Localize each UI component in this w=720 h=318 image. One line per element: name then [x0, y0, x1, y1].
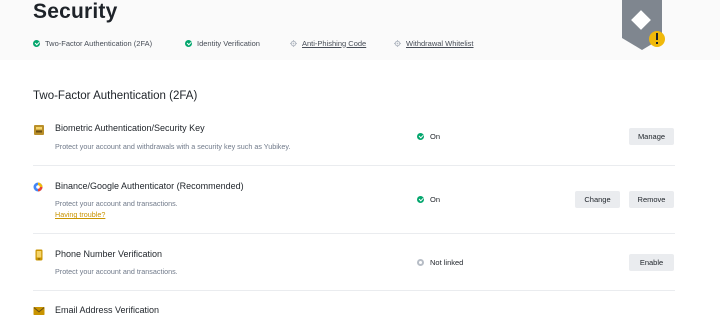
page-title: Security: [33, 0, 118, 23]
security-status-row: Two-Factor Authentication (2FA) Identity…: [33, 37, 474, 49]
divider: [33, 165, 675, 166]
row-title: Phone Number Verification: [55, 249, 163, 259]
withdrawal-whitelist-link[interactable]: Withdrawal Whitelist: [406, 39, 474, 48]
divider: [33, 290, 675, 291]
enable-button[interactable]: Enable: [629, 254, 674, 271]
status-anti-phishing[interactable]: Anti-Phishing Code: [290, 39, 394, 48]
row-authenticator: Binance/Google Authenticator (Recommende…: [33, 178, 675, 234]
section-title: Two-Factor Authentication (2FA): [33, 90, 198, 102]
row-description: Protect your account and transactions.: [55, 267, 178, 276]
row-title: Email Address Verification: [55, 305, 160, 315]
check-icon: [417, 196, 424, 203]
check-icon: [33, 39, 40, 47]
row-title: Binance/Google Authenticator (Recommende…: [55, 181, 244, 191]
divider: [33, 233, 675, 234]
row-phone: Phone Number Verification Protect your a…: [33, 246, 675, 290]
row-title: Biometric Authentication/Security Key: [55, 123, 205, 133]
status-text: On: [430, 132, 441, 141]
shield-warning-icon: [622, 0, 665, 50]
manage-button[interactable]: Manage: [629, 128, 674, 145]
security-header: Security Two-Factor Authentication (2FA)…: [0, 0, 720, 60]
security-key-icon: [34, 125, 44, 135]
row-status: On: [417, 132, 440, 141]
status-label: Two-Factor Authentication (2FA): [45, 38, 153, 48]
check-icon: [185, 39, 192, 47]
gear-icon: [394, 39, 401, 47]
status-text: On: [430, 195, 441, 204]
authenticator-icon: [33, 182, 43, 192]
remove-button[interactable]: Remove: [629, 191, 674, 208]
status-2fa: Two-Factor Authentication (2FA): [33, 39, 185, 48]
phone-icon: [35, 249, 43, 261]
having-trouble-link[interactable]: Having trouble?: [55, 210, 105, 219]
not-linked-icon: [417, 259, 424, 266]
status-text: Not linked: [430, 258, 464, 267]
change-button[interactable]: Change: [575, 191, 620, 208]
check-icon: [417, 133, 424, 140]
status-identity: Identity Verification: [185, 39, 290, 48]
anti-phishing-link[interactable]: Anti-Phishing Code: [302, 39, 366, 48]
row-status: Not linked: [417, 258, 463, 267]
row-description: Protect your account and withdrawals wit…: [55, 142, 291, 151]
row-email: Email Address Verification: [33, 303, 675, 318]
gear-icon: [290, 39, 297, 47]
status-withdrawal-whitelist[interactable]: Withdrawal Whitelist: [394, 39, 474, 48]
row-status: On: [417, 195, 440, 204]
row-biometric: Biometric Authentication/Security Key Pr…: [33, 120, 675, 166]
status-label: Identity Verification: [197, 38, 260, 48]
email-icon: [33, 307, 45, 315]
row-description: Protect your account and transactions.: [55, 199, 178, 208]
